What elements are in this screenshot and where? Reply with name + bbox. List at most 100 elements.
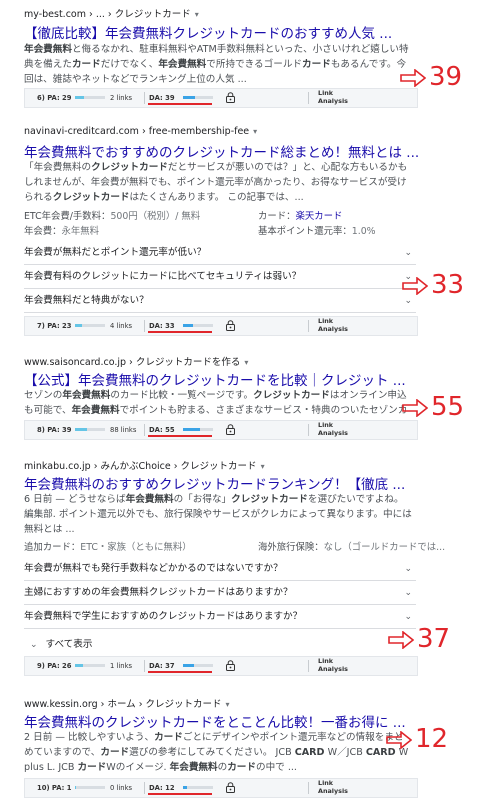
link-analysis-button[interactable]: Link Analysis: [318, 657, 348, 673]
lock-icon[interactable]: [226, 660, 235, 671]
pa-value: 7) PA: 23: [37, 322, 72, 330]
result-2-breadcrumb[interactable]: navinavi-creditcard.com › free-membershi…: [24, 126, 257, 137]
result-5-breadcrumb[interactable]: www.kessin.org › ホーム › クレジットカード ▾: [24, 696, 230, 710]
arrow-right-icon: [386, 730, 412, 749]
da-progress: [183, 428, 213, 431]
result-4-title[interactable]: 年会費無料のおすすめクレジットカードランキング！【徹底 ...: [24, 473, 444, 493]
da-underline: [148, 793, 212, 795]
pa-value: 8) PA: 39: [37, 426, 72, 434]
pa-progress: [75, 324, 105, 327]
result-5-seo-bar: 10) PA: 1 0 links DA: 12 Link Analysis: [24, 778, 418, 798]
result-2-seo-bar: 7) PA: 23 4 links DA: 33 Link Analysis: [24, 316, 418, 336]
da-progress: [183, 786, 213, 789]
annotation-33: 33: [402, 270, 464, 300]
annotation-39: 39: [400, 62, 462, 92]
result-4-breadcrumb[interactable]: minkabu.co.jp › みんかぶChoice › クレジットカード ▾: [24, 458, 265, 472]
result-5-snippet: 2 日前 — 比較しやすいよう、カードごとにデザインやポイント還元率などの情報を…: [24, 732, 409, 773]
da-value: DA: 37: [149, 662, 175, 670]
pa-value: 6) PA: 29: [37, 94, 72, 102]
attr-etc-fee: ETC年会費/手数料：500円（税別）/ 無料: [24, 211, 201, 222]
show-all-button[interactable]: ⌄ すべて表示: [30, 636, 92, 650]
arrow-right-icon: [402, 398, 428, 417]
pa-progress: [75, 428, 105, 431]
divider: [308, 320, 309, 332]
da-underline: [148, 671, 212, 673]
arrow-right-icon: [402, 276, 428, 295]
links-count[interactable]: 88 links: [110, 426, 136, 434]
da-underline: [148, 435, 212, 437]
divider: [144, 320, 145, 332]
links-count[interactable]: 0 links: [110, 784, 132, 792]
da-progress: [183, 96, 213, 99]
result-2-snippet: 「年会費無料のクレジットカードだとサービスが悪いのでは？」と、心配な方もいるかも…: [24, 162, 408, 203]
links-count[interactable]: 4 links: [110, 322, 132, 330]
lock-icon[interactable]: [226, 320, 235, 331]
da-progress: [183, 324, 213, 327]
lock-icon[interactable]: [226, 92, 235, 103]
lock-icon[interactable]: [226, 782, 235, 793]
da-progress: [183, 664, 213, 667]
pa-progress: [75, 96, 105, 99]
divider: [144, 660, 145, 672]
faq-item[interactable]: 年会費無料で学生におすすめのクレジットカードはありますか？ ⌄: [24, 606, 416, 629]
da-underline: [148, 103, 212, 105]
da-value: DA: 12: [149, 784, 175, 792]
chevron-down-icon[interactable]: ▾: [195, 10, 199, 19]
result-1-breadcrumb[interactable]: my-best.com › ... › クレジットカード ▾: [24, 6, 199, 20]
attr-additional-card: 追加カード：ETC・家族（ともに無料）: [24, 542, 192, 553]
arrow-right-icon: [400, 68, 426, 87]
da-value: DA: 55: [149, 426, 175, 434]
arrow-right-icon: [388, 630, 414, 649]
divider: [144, 782, 145, 794]
links-count[interactable]: 2 links: [110, 94, 132, 102]
da-underline: [148, 331, 212, 333]
faq-item[interactable]: 年会費が無料でも発行手数料などかかるのではないですか？ ⌄: [24, 558, 416, 581]
pa-progress: [75, 664, 105, 667]
result-4-seo-bar: 9) PA: 26 1 links DA: 37 Link Analysis: [24, 656, 418, 676]
rakuten-card-link[interactable]: 楽天カード: [296, 211, 343, 222]
attr-point-rate: 基本ポイント還元率：1.0%: [258, 226, 376, 237]
result-3-breadcrumb[interactable]: www.saisoncard.co.jp › クレジットカードを作る ▾: [24, 354, 248, 368]
chevron-down-icon[interactable]: ▾: [253, 127, 257, 136]
attr-card: カード：楽天カード: [258, 211, 343, 222]
da-value: DA: 39: [149, 94, 175, 102]
result-4-snippet: 6 日前 — どうせならば年会費無料の「お得な」クレジットカードを選びたいですよ…: [24, 494, 412, 535]
divider: [308, 782, 309, 794]
chevron-down-icon: ⌄: [404, 248, 412, 258]
faq-item[interactable]: 年会費有料のクレジットにカードに比べてセキュリティは弱い？ ⌄: [24, 266, 416, 289]
chevron-down-icon[interactable]: ▾: [261, 462, 265, 471]
faq-item[interactable]: 年会費が無料だとポイント還元率が低い？ ⌄: [24, 242, 416, 265]
chevron-down-icon[interactable]: ▾: [244, 358, 248, 367]
result-5-title[interactable]: 年会費無料のクレジットカードをとことん比較！一番お得に ...: [24, 711, 444, 731]
pa-progress: [75, 786, 105, 789]
link-analysis-button[interactable]: Link Analysis: [318, 779, 348, 795]
result-1-snippet: 年会費無料と侮るなかれ、駐車料無料やATM手数料無料といった、小さいけれど嬉しい…: [24, 44, 409, 85]
result-3-seo-bar: 8) PA: 39 88 links DA: 55 Link Analysis: [24, 420, 418, 440]
link-analysis-button[interactable]: Link Analysis: [318, 317, 348, 333]
result-1-seo-bar: 6) PA: 29 2 links DA: 39 Link Analysis: [24, 88, 418, 108]
divider: [308, 92, 309, 104]
result-1-title[interactable]: 【徹底比較】年会費無料クレジットカードのおすすめ人気 ...: [24, 22, 444, 42]
pa-value: 9) PA: 26: [37, 662, 72, 670]
lock-icon[interactable]: [226, 424, 235, 435]
divider: [308, 424, 309, 436]
chevron-down-icon: ⌄: [404, 588, 412, 598]
attr-travel-insurance: 海外旅行保険：なし（ゴールドカードでは...: [258, 542, 446, 553]
annotation-37: 37: [388, 624, 450, 654]
faq-item[interactable]: 主婦におすすめの年会費無料クレジットカードはありますか？ ⌄: [24, 582, 416, 605]
da-value: DA: 33: [149, 322, 175, 330]
chevron-down-icon: ⌄: [404, 564, 412, 574]
result-3-title[interactable]: 【公式】年会費無料のクレジットカードを比較｜クレジット ...: [24, 369, 444, 389]
pa-value: 10) PA: 1: [37, 784, 72, 792]
divider: [308, 660, 309, 672]
chevron-down-icon: ⌄: [30, 640, 38, 650]
divider: [144, 92, 145, 104]
link-analysis-button[interactable]: Link Analysis: [318, 89, 348, 105]
faq-item[interactable]: 年会費無料だと特典がない？ ⌄: [24, 290, 416, 313]
chevron-down-icon[interactable]: ▾: [226, 700, 230, 709]
annotation-55: 55: [402, 392, 464, 422]
link-analysis-button[interactable]: Link Analysis: [318, 421, 348, 437]
result-2-title[interactable]: 年会費無料でおすすめのクレジットカード総まとめ！無料とは ...: [24, 141, 444, 161]
links-count[interactable]: 1 links: [110, 662, 132, 670]
divider: [144, 424, 145, 436]
